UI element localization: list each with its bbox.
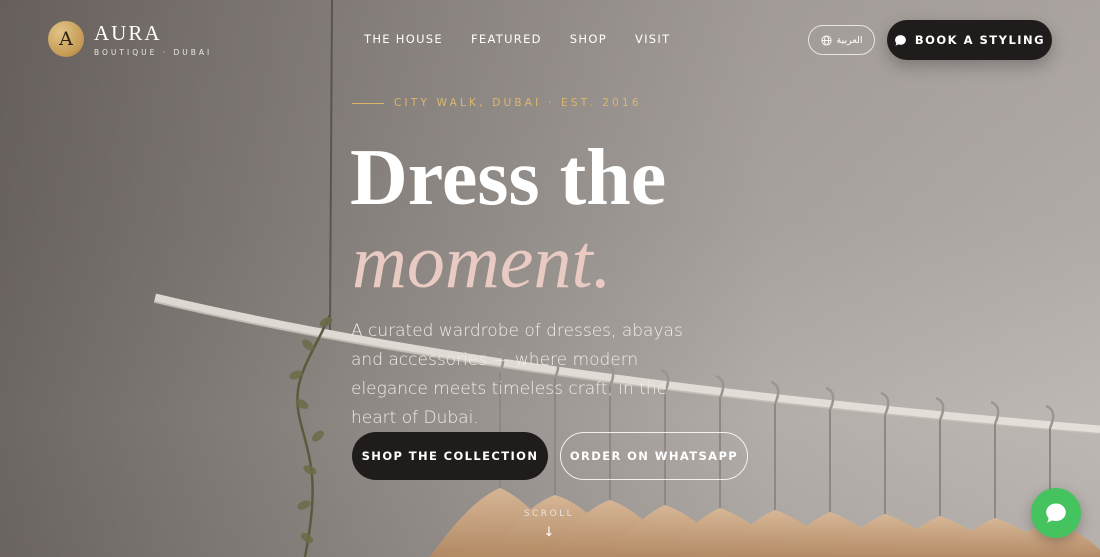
- logo-text: AURA BOUTIQUE · DUBAI: [94, 22, 212, 57]
- scroll-indicator[interactable]: SCROLL ↓: [520, 509, 578, 540]
- scroll-label: SCROLL: [523, 509, 575, 519]
- main-nav: THE HOUSE FEATURED SHOP VISIT: [364, 32, 670, 46]
- eyebrow-text: CITY WALK, DUBAI · EST. 2016: [394, 97, 642, 109]
- hero-description: A curated wardrobe of dresses, abayas an…: [351, 321, 683, 428]
- shop-collection-button[interactable]: SHOP THE COLLECTION: [352, 432, 548, 480]
- nav-item-the-house[interactable]: THE HOUSE: [364, 32, 443, 46]
- chat-fab-button[interactable]: [1031, 488, 1081, 538]
- order-whatsapp-button[interactable]: ORDER ON WHATSAPP: [560, 432, 748, 480]
- hero-section: A AURA BOUTIQUE · DUBAI THE HOUSE FEATUR…: [0, 0, 1100, 557]
- nav-item-visit[interactable]: VISIT: [635, 32, 670, 46]
- brand-logo[interactable]: A AURA BOUTIQUE · DUBAI: [48, 21, 212, 57]
- arrow-down-icon: ↓: [543, 525, 555, 540]
- language-label: العربية: [836, 34, 863, 46]
- hero-title-line2: moment.: [352, 220, 612, 304]
- brand-name: AURA: [94, 20, 162, 45]
- language-toggle-button[interactable]: العربية: [808, 25, 875, 55]
- globe-icon: [820, 34, 832, 46]
- hero-eyebrow: CITY WALK, DUBAI · EST. 2016: [352, 97, 642, 109]
- logo-monogram: A: [48, 21, 84, 57]
- book-styling-label: BOOK A STYLING: [914, 33, 1046, 47]
- book-styling-button[interactable]: BOOK A STYLING: [887, 20, 1052, 60]
- chat-bubble-icon: [1046, 503, 1066, 523]
- hero-title-line1: Dress the: [350, 134, 667, 222]
- brand-tagline: BOUTIQUE · DUBAI: [94, 47, 213, 57]
- nav-item-shop[interactable]: SHOP: [570, 32, 607, 46]
- nav-item-featured[interactable]: FEATURED: [471, 32, 542, 46]
- chat-bubble-icon: [894, 34, 906, 46]
- eyebrow-divider: [352, 102, 384, 104]
